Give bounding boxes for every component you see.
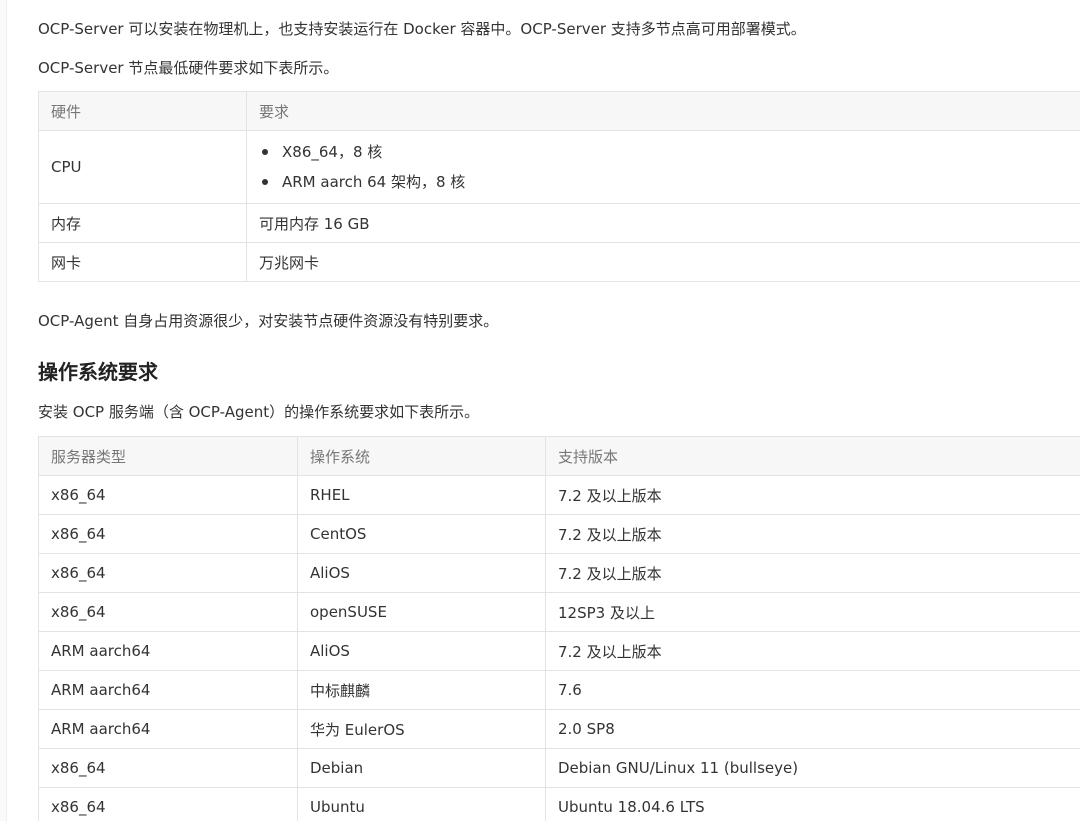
cell-memory: 内存: [38, 203, 247, 243]
cell-version: 7.2 及以上版本: [545, 514, 1080, 554]
cell-memory-requirement: 可用内存 16 GB: [246, 203, 1080, 243]
cell-os: CentOS: [297, 514, 546, 554]
cell-version: Ubuntu 18.04.6 LTS: [545, 787, 1080, 821]
header-hardware: 硬件: [38, 91, 247, 131]
table-row: ARM aarch64 华为 EulerOS 2.0 SP8: [38, 709, 1080, 749]
cell-version: 2.0 SP8: [545, 709, 1080, 749]
intro-paragraph: OCP-Server 可以安装在物理机上，也支持安装运行在 Docker 容器中…: [38, 20, 806, 38]
table-row: ARM aarch64 AliOS 7.2 及以上版本: [38, 631, 1080, 671]
cell-server-type: x86_64: [38, 748, 298, 788]
cell-os: openSUSE: [297, 592, 546, 632]
cell-server-type: ARM aarch64: [38, 670, 298, 710]
left-border: [0, 0, 7, 821]
header-requirement: 要求: [246, 91, 1080, 131]
table-row: 网卡 万兆网卡: [38, 242, 1080, 282]
hardware-intro-paragraph: OCP-Server 节点最低硬件要求如下表所示。: [38, 59, 339, 77]
table-header-row: 服务器类型 操作系统 支持版本: [38, 436, 1080, 476]
cell-os: 华为 EulerOS: [297, 709, 546, 749]
cell-server-type: x86_64: [38, 475, 298, 515]
cpu-requirement-list: X86_64，8 核 ARM aarch 64 架构，8 核: [259, 137, 1080, 197]
agent-note-paragraph: OCP-Agent 自身占用资源很少，对安装节点硬件资源没有特别要求。: [38, 312, 499, 330]
cell-server-type: x86_64: [38, 787, 298, 821]
cell-os: 中标麒麟: [297, 670, 546, 710]
table-row: x86_64 Ubuntu Ubuntu 18.04.6 LTS: [38, 787, 1080, 821]
cell-nic-requirement: 万兆网卡: [246, 242, 1080, 282]
cell-server-type: x86_64: [38, 514, 298, 554]
table-row: x86_64 AliOS 7.2 及以上版本: [38, 553, 1080, 593]
os-intro-paragraph: 安装 OCP 服务端（含 OCP-Agent）的操作系统要求如下表所示。: [38, 403, 480, 421]
table-row: CPU X86_64，8 核 ARM aarch 64 架构，8 核: [38, 130, 1080, 204]
header-os: 操作系统: [297, 436, 546, 476]
cell-version: 7.2 及以上版本: [545, 475, 1080, 515]
cell-server-type: x86_64: [38, 592, 298, 632]
os-requirements-heading: 操作系统要求: [38, 360, 158, 384]
cell-nic: 网卡: [38, 242, 247, 282]
table-row: x86_64 CentOS 7.2 及以上版本: [38, 514, 1080, 554]
cell-version: Debian GNU/Linux 11 (bullseye): [545, 748, 1080, 788]
table-row: x86_64 openSUSE 12SP3 及以上: [38, 592, 1080, 632]
list-item: X86_64，8 核: [259, 137, 1080, 167]
list-item: ARM aarch 64 架构，8 核: [259, 167, 1080, 197]
table-row: x86_64 Debian Debian GNU/Linux 11 (bulls…: [38, 748, 1080, 788]
cell-version: 7.6: [545, 670, 1080, 710]
table-header-row: 硬件 要求: [38, 91, 1080, 131]
cell-os: AliOS: [297, 553, 546, 593]
cell-os: AliOS: [297, 631, 546, 671]
cell-os: Debian: [297, 748, 546, 788]
table-row: x86_64 RHEL 7.2 及以上版本: [38, 475, 1080, 515]
cell-version: 7.2 及以上版本: [545, 631, 1080, 671]
cell-server-type: ARM aarch64: [38, 631, 298, 671]
hardware-requirements-table: 硬件 要求 CPU X86_64，8 核 ARM aarch 64 架构，8 核…: [38, 91, 1080, 282]
cell-cpu-requirements: X86_64，8 核 ARM aarch 64 架构，8 核: [246, 130, 1080, 204]
cell-version: 12SP3 及以上: [545, 592, 1080, 632]
cell-cpu: CPU: [38, 130, 247, 204]
cell-os: RHEL: [297, 475, 546, 515]
header-server-type: 服务器类型: [38, 436, 298, 476]
table-row: 内存 可用内存 16 GB: [38, 203, 1080, 243]
cell-server-type: x86_64: [38, 553, 298, 593]
table-row: ARM aarch64 中标麒麟 7.6: [38, 670, 1080, 710]
header-supported-version: 支持版本: [545, 436, 1080, 476]
cell-os: Ubuntu: [297, 787, 546, 821]
os-requirements-table: 服务器类型 操作系统 支持版本 x86_64 RHEL 7.2 及以上版本 x8…: [38, 436, 1080, 821]
cell-server-type: ARM aarch64: [38, 709, 298, 749]
cell-version: 7.2 及以上版本: [545, 553, 1080, 593]
